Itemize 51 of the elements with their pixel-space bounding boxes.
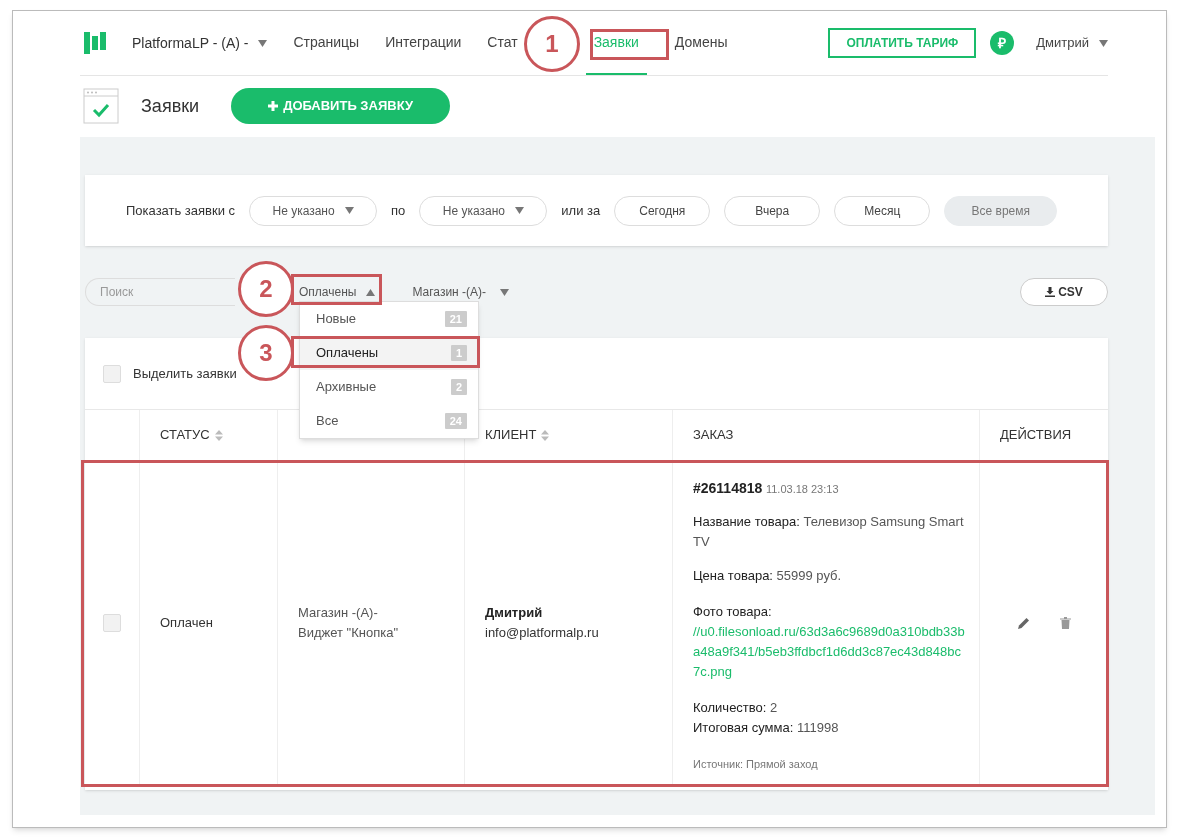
caret-icon [500,288,510,296]
status-cell-text: Оплачен [160,614,213,633]
plus-icon [268,101,279,111]
column-header: ЗАКАЗ [693,426,734,445]
order-number-line: #26114818 11.03.18 23:13 [693,479,840,498]
caret-icon [344,207,354,214]
client-name: Дмитрий [485,604,544,622]
search-field[interactable]: Поиск [85,278,235,306]
project-selector[interactable]: PlatformaLP - (A) - [132,32,268,54]
sort-icon[interactable] [541,429,550,441]
page-cell-line: Магазин -(A)- [298,604,379,622]
column-header: ДЕЙСТВИЯ [1000,426,1072,445]
filter-label: Показать заявки с [126,201,236,220]
user-menu[interactable]: Дмитрий [1036,33,1108,53]
nav-tab[interactable]: Страницы [285,11,368,75]
row-checkbox[interactable] [103,614,121,632]
pencil-icon[interactable] [1017,617,1030,629]
nav-tab[interactable]: Интеграции [377,11,470,75]
to-label: по [391,201,406,220]
order-field-label: Фото товара: [693,603,773,621]
client-email: info@platformalp.ru [485,624,600,642]
page-cell-line: Виджет "Кнопка" [298,624,400,642]
nav-tab[interactable]: Домены [666,11,736,75]
or-label: или за [561,201,601,220]
nav-tab[interactable]: Стат [479,11,526,75]
sort-icon[interactable] [214,429,223,441]
logo-icon[interactable] [84,32,106,54]
caret-icon [258,39,268,47]
order-source: Источник: Прямой заход [693,757,819,772]
order-field: Название товара: Телевизор Samsung Smart TV [693,512,965,552]
column-header[interactable]: КЛИЕНТ [485,425,537,445]
select-all-label: Выделить заявки [133,364,237,383]
caret-icon [1099,39,1108,47]
select-all-checkbox[interactable] [103,364,121,383]
period-button[interactable]: Сегодня [614,195,711,226]
order-total-line: Итоговая сумма: 111998 [693,719,840,737]
caret-icon [514,207,524,214]
download-icon [1045,287,1056,297]
period-button[interactable]: Вчера [724,195,821,226]
shop-filter[interactable]: Магазин -(A)- [412,283,510,301]
page-title: Заявки [141,94,200,118]
order-field: Цена товара: 55999 руб. [693,566,965,586]
column-header[interactable]: СТАТУС [160,425,210,445]
orders-page-icon [83,88,119,124]
status-filter[interactable]: Оплачены [299,284,376,300]
trash-icon[interactable] [1059,617,1071,629]
period-button[interactable]: Все время [944,195,1058,226]
csv-button[interactable]: CSV [1020,278,1108,306]
caret-icon [366,288,376,296]
period-button[interactable]: Месяц [834,195,931,226]
order-total-line: Количество: 2 [693,699,779,717]
